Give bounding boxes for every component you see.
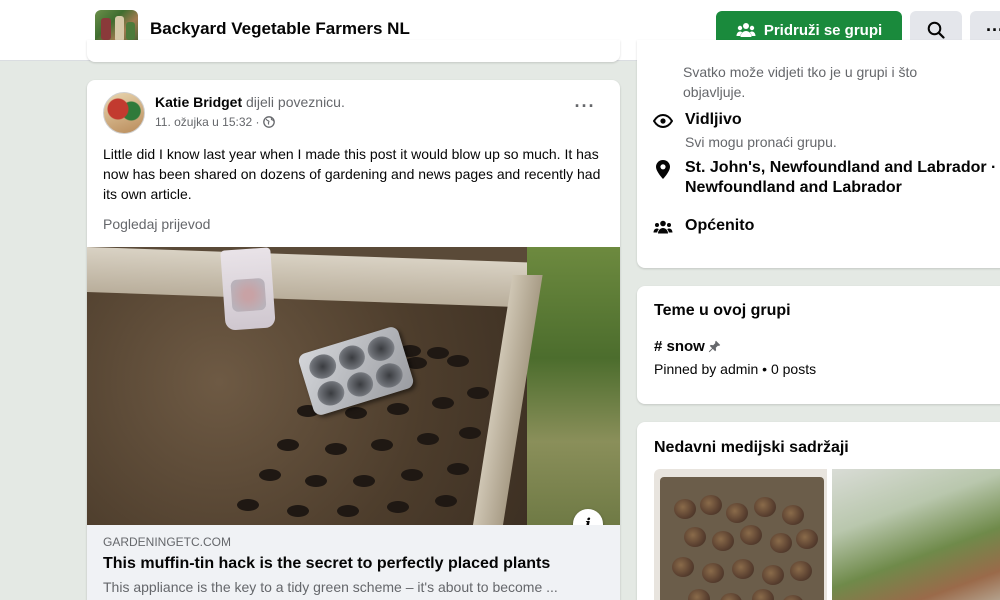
link-domain: GARDENINGETC.COM [103, 535, 232, 549]
location-row: St. John's, Newfoundland and Labrador · … [653, 158, 996, 198]
category-title: Općenito [685, 217, 755, 234]
post-meta: 11. ožujka u 15:32 · [155, 115, 275, 129]
post-card: Katie Bridget dijeli poveznicu. 11. ožuj… [87, 80, 620, 600]
topic-tag-label: # snow [654, 338, 705, 355]
privacy-description-line2: objavljuje. [683, 84, 746, 100]
media-thumbnail-pinecones[interactable] [654, 469, 827, 600]
location-pin-icon [656, 159, 670, 179]
eye-icon [653, 114, 673, 128]
link-description: This appliance is the key to a tidy gree… [103, 579, 558, 595]
visibility-description: Svi mogu pronaći grupu. [685, 134, 837, 150]
people-group-icon [653, 220, 673, 234]
topic-meta: Pinned by admin • 0 posts [654, 361, 817, 377]
post-timestamp[interactable]: 11. ožujka u 15:32 · [155, 115, 260, 129]
author-avatar[interactable] [103, 92, 145, 134]
visibility-title: Vidljivo [685, 111, 742, 128]
more-dots-icon: ··· [986, 19, 1000, 40]
group-topics-card: Teme u ovoj grupi # snow Pinned by admin… [637, 286, 1000, 404]
post-author-line: Katie Bridget dijeli poveznicu. [155, 94, 345, 110]
category-row: Općenito [653, 216, 754, 237]
link-preview-caption[interactable]: GARDENINGETC.COM This muffin-tin hack is… [87, 525, 620, 600]
location-line2[interactable]: Newfoundland and Labrador [685, 178, 996, 198]
media-thumbnail-bag[interactable] [832, 469, 1000, 600]
group-people-icon [736, 23, 756, 37]
recent-media-heading: Nedavni medijski sadržaji [654, 439, 849, 456]
group-name[interactable]: Backyard Vegetable Farmers NL [150, 19, 410, 39]
seed-bag [220, 247, 276, 331]
previous-post-card-edge [87, 40, 620, 62]
recent-media-card: Nedavni medijski sadržaji [637, 422, 1000, 600]
topic-tag-snow[interactable]: # snow [654, 338, 721, 355]
privacy-description-line1: Svatko može vidjeti tko je u grupi i što [683, 64, 918, 80]
pin-icon [708, 340, 721, 353]
search-icon [927, 21, 945, 39]
link-title[interactable]: This muffin-tin hack is the secret to pe… [103, 555, 550, 573]
link-preview-image[interactable]: i [87, 247, 620, 525]
globe-icon [262, 116, 275, 128]
author-name[interactable]: Katie Bridget [155, 94, 242, 110]
group-about-card: Svatko može vidjeti tko je u grupi i što… [637, 40, 1000, 268]
post-action-text: dijeli poveznicu. [246, 94, 345, 110]
topics-heading: Teme u ovoj grupi [654, 302, 791, 319]
post-options-button[interactable]: ··· [567, 97, 603, 124]
location-line1[interactable]: St. John's, Newfoundland and Labrador · [685, 158, 996, 178]
join-group-label: Pridruži se grupi [763, 21, 883, 39]
post-text: Little did I know last year when I made … [103, 146, 601, 202]
see-translation-link[interactable]: Pogledaj prijevod [103, 216, 210, 232]
visibility-row: Vidljivo Svi mogu pronaći grupu. [653, 110, 837, 152]
